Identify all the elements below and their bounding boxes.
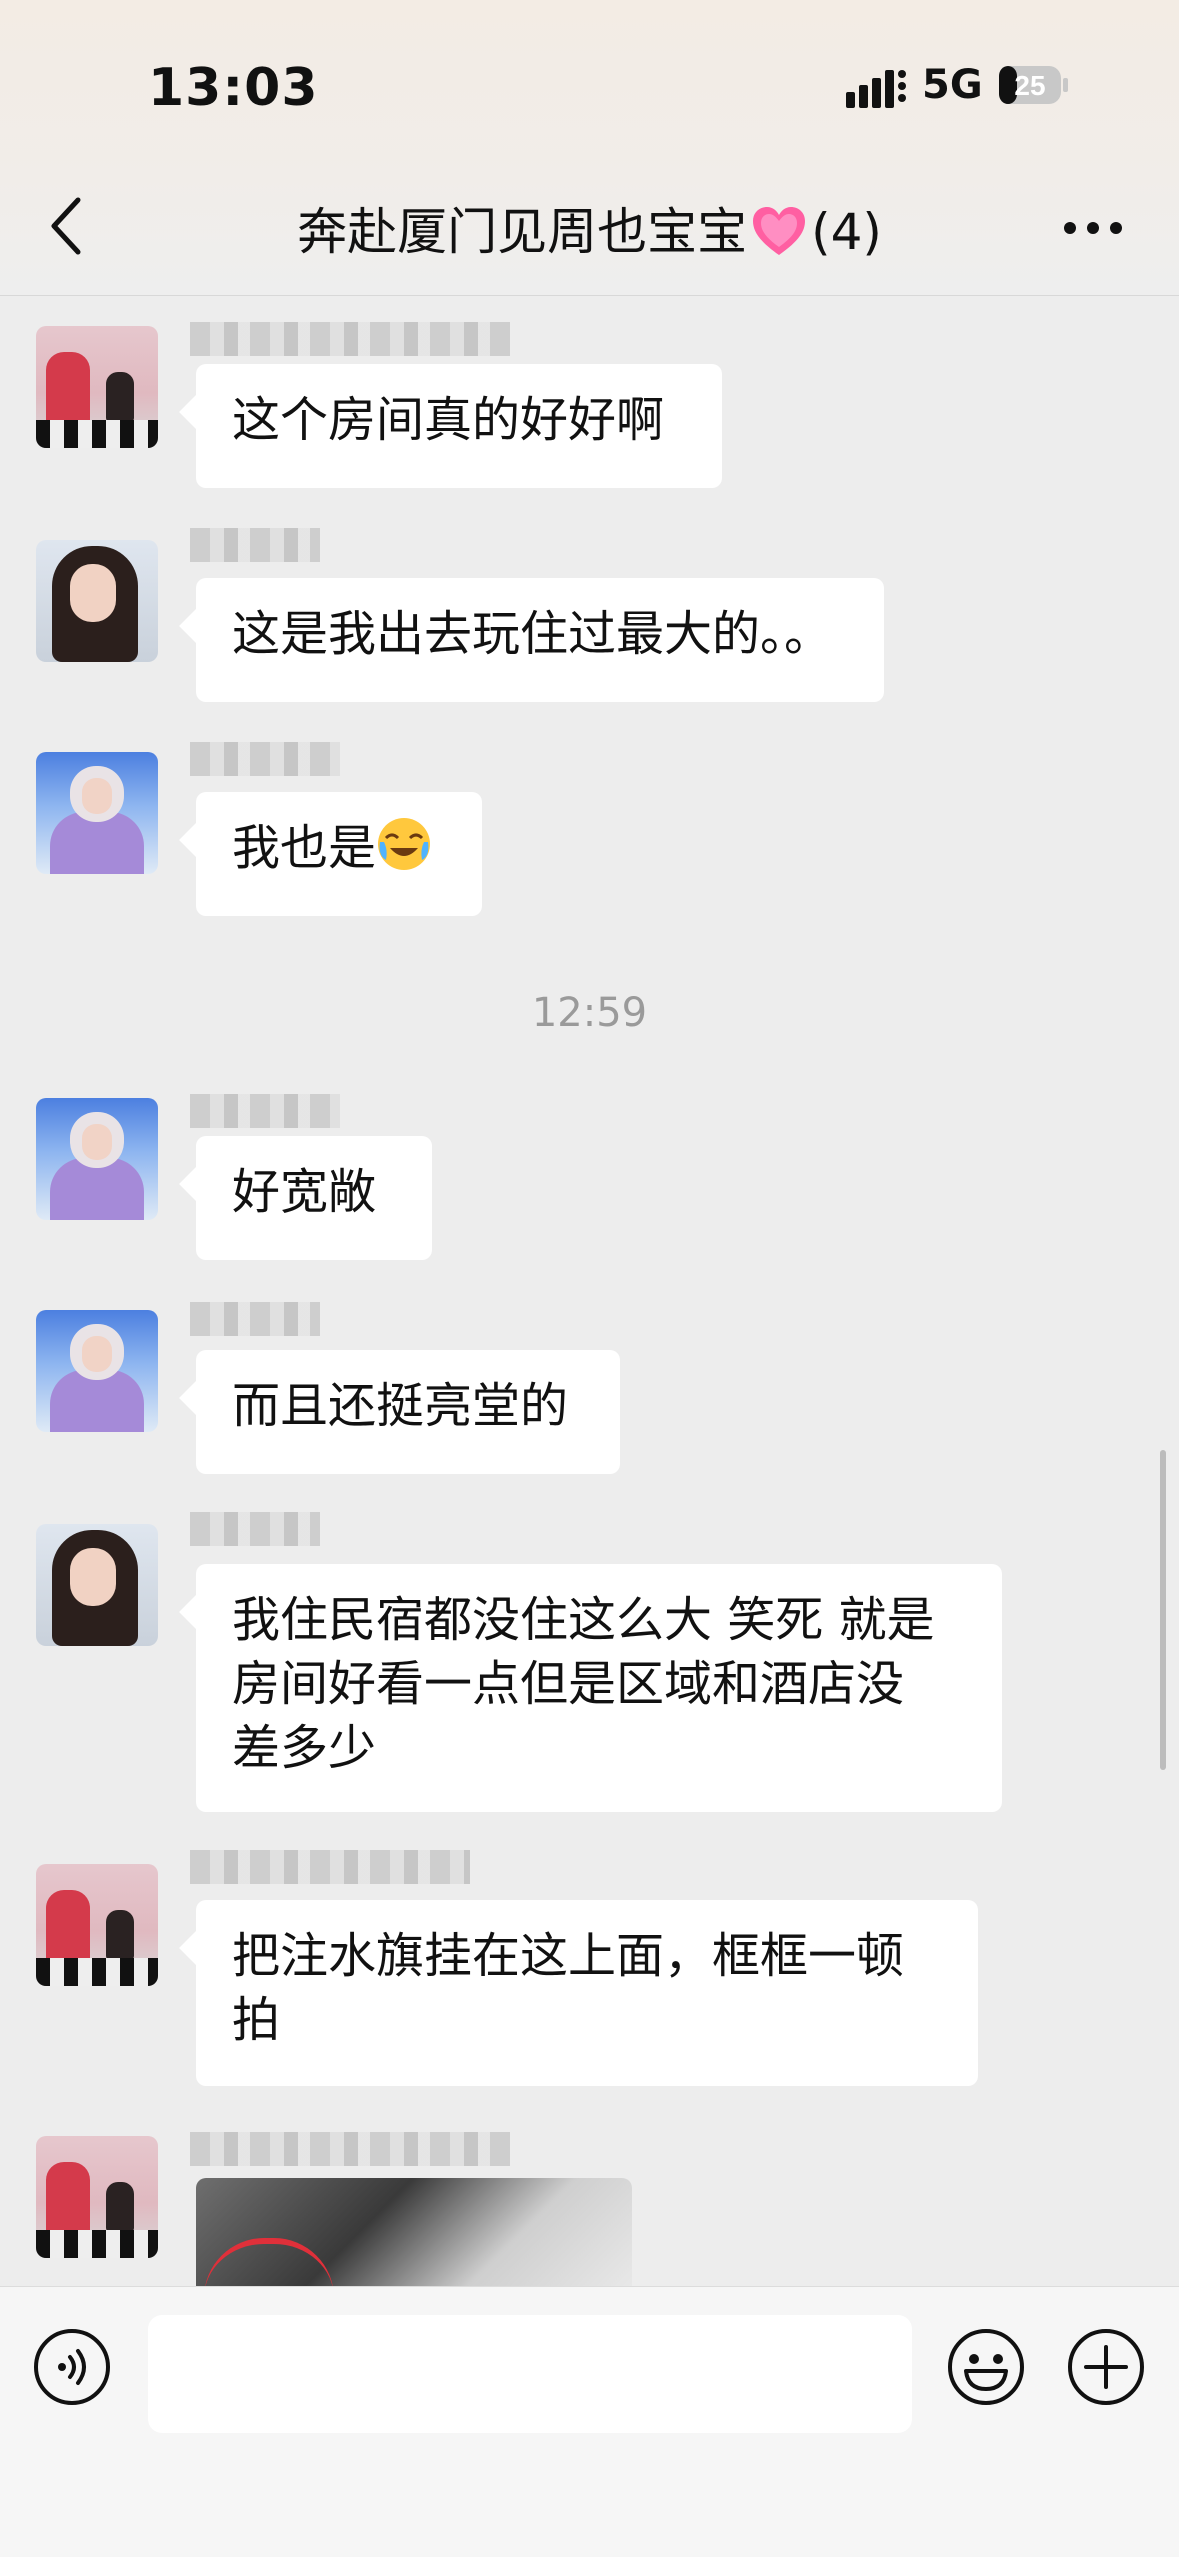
sender-name-blurred	[190, 322, 510, 356]
member-count: (4)	[811, 203, 882, 261]
message-line: 房间好看一点但是区域和酒店没	[232, 1656, 905, 1712]
message-text: 而且还挺亮堂的	[232, 1378, 569, 1434]
battery-icon: 25	[999, 66, 1068, 104]
message-bubble[interactable]: 而且还挺亮堂的	[196, 1350, 620, 1474]
message-line: 差多少	[232, 1720, 377, 1776]
message-bubble[interactable]: 把注水旗挂在这上面，框框一顿 拍	[196, 1900, 978, 2086]
sender-name-blurred	[190, 528, 320, 562]
crying-laughing-emoji-icon	[378, 818, 431, 870]
message-bubble[interactable]: 我住民宿都没住这么大 笑死 就是 房间好看一点但是区域和酒店没 差多少	[196, 1564, 1002, 1812]
message-line: 把注水旗挂在这上面，框框一顿	[232, 1928, 905, 1984]
avatar[interactable]	[36, 752, 158, 874]
plus-circle-icon[interactable]	[1066, 2327, 1146, 2407]
input-bar	[0, 2286, 1179, 2557]
message-bubble[interactable]: 这个房间真的好好啊	[196, 364, 722, 488]
sender-name-blurred	[190, 1512, 320, 1546]
network-type: 5G	[922, 62, 983, 108]
avatar[interactable]	[36, 540, 158, 662]
sender-name-blurred	[190, 1094, 340, 1128]
emoji-smile-icon[interactable]	[946, 2327, 1026, 2407]
top-bar: 13:03 5G 25 奔赴厦门见周也宝宝 (4)	[0, 0, 1179, 296]
message-bubble[interactable]: 好宽敞	[196, 1136, 432, 1260]
avatar[interactable]	[36, 326, 158, 448]
image-message[interactable]	[196, 2178, 632, 2286]
voice-icon[interactable]	[32, 2327, 112, 2407]
avatar[interactable]	[36, 1098, 158, 1220]
avatar[interactable]	[36, 1864, 158, 1986]
battery-level: 25	[1014, 70, 1045, 101]
avatar[interactable]	[36, 1310, 158, 1432]
group-name: 奔赴厦门见周也宝宝	[297, 203, 748, 261]
message-text: 好宽敞	[232, 1164, 377, 1220]
signal-icon	[846, 70, 906, 108]
avatar[interactable]	[36, 1524, 158, 1646]
message-line: 拍	[232, 1992, 281, 2048]
sender-name-blurred	[190, 742, 340, 776]
message-text: 我也是	[232, 820, 377, 876]
pink-heart-emoji-icon	[753, 207, 806, 255]
message-input[interactable]	[148, 2315, 912, 2433]
timestamp: 12:59	[531, 990, 648, 1036]
sender-name-blurred	[190, 2132, 510, 2166]
chat-title: 奔赴厦门见周也宝宝 (4)	[0, 192, 1179, 264]
message-line: 我住民宿都没住这么大 笑死 就是	[232, 1592, 935, 1648]
message-text: 这是我出去玩住过最大的。。	[232, 606, 833, 662]
sender-name-blurred	[190, 1302, 320, 1336]
avatar[interactable]	[36, 2136, 158, 2258]
message-text: 这个房间真的好好啊	[232, 392, 665, 448]
scrollbar[interactable]	[1160, 1450, 1166, 1770]
message-bubble[interactable]: 我也是	[196, 792, 482, 916]
message-bubble[interactable]: 这是我出去玩住过最大的。。	[196, 578, 884, 702]
status-time: 13:03	[148, 58, 319, 118]
more-dots-icon[interactable]	[1062, 218, 1124, 238]
sender-name-blurred	[190, 1850, 470, 1884]
